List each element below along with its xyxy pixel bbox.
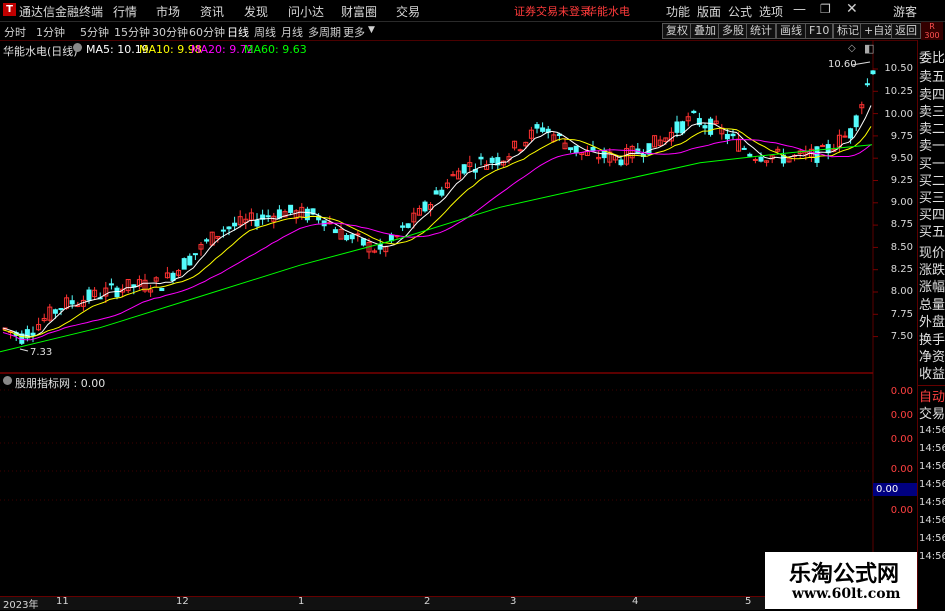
quote-buy5: 买五: [919, 225, 945, 240]
sub-y-tick: 0.00: [890, 434, 913, 445]
menu-gongneng[interactable]: 功能: [666, 3, 690, 20]
quote-pct: 涨幅: [919, 280, 945, 295]
tick-time: 14:56: [919, 425, 945, 436]
y-tick: 7.75: [890, 309, 913, 320]
period-1min[interactable]: 1分钟: [36, 24, 65, 40]
date-axis: [0, 596, 765, 610]
watermark-url: www.60lt.com: [792, 586, 901, 602]
period-monthly[interactable]: 月线: [281, 24, 303, 40]
tick-time: 14:56: [919, 551, 945, 562]
quote-sell5: 卖五: [919, 70, 945, 85]
sub-y-tick: 0.00: [890, 464, 913, 475]
stock-name: 华能水电: [586, 5, 630, 18]
y-tick: 8.25: [890, 264, 913, 275]
btn-diejia[interactable]: 叠加: [690, 23, 720, 39]
candles: [2, 70, 876, 345]
quote-sell1: 卖一: [919, 139, 945, 154]
quote-eps: 收益: [919, 367, 945, 382]
diamond-icon[interactable]: ◇: [848, 43, 856, 54]
menu-faxian[interactable]: 发现: [244, 3, 268, 20]
menu-banmian[interactable]: 版面: [697, 3, 721, 20]
period-daily[interactable]: 日线: [227, 24, 249, 40]
y-tick: 8.00: [890, 286, 913, 297]
quote-outer: 外盘: [919, 315, 945, 330]
settings-icon[interactable]: [73, 43, 82, 52]
chart-grid: [0, 40, 917, 596]
maximize-icon[interactable]: ❐: [820, 2, 831, 16]
y-tick: 7.50: [890, 331, 913, 342]
ma-lines: [0, 61, 873, 353]
y-tick: 9.50: [890, 153, 913, 164]
period-15min[interactable]: 15分钟: [114, 24, 150, 40]
close-icon[interactable]: ✕: [846, 1, 858, 17]
period-60min[interactable]: 60分钟: [189, 24, 225, 40]
btn-duogu[interactable]: 多股: [718, 23, 748, 39]
watermark-title: 乐淘公式网: [789, 562, 900, 587]
menu-jiaoyi[interactable]: 交易: [396, 3, 420, 20]
date-label: 4: [632, 596, 639, 607]
period-more[interactable]: 更多: [343, 24, 365, 40]
tick-time: 14:56: [919, 461, 945, 472]
high-annotation: 10.60: [828, 59, 857, 70]
panel-toggle-icon[interactable]: ◧: [864, 42, 874, 55]
menu-hangqing[interactable]: 行情: [113, 3, 137, 20]
tick-time: 14:56: [919, 515, 945, 526]
menu-gongshi[interactable]: 公式: [728, 3, 752, 20]
quote-weibi: 委比: [919, 51, 945, 66]
trade-label[interactable]: 交易: [919, 403, 945, 422]
y-tick: 9.00: [890, 197, 913, 208]
tick-time: 14:56: [919, 533, 945, 544]
menu-zixun[interactable]: 资讯: [200, 3, 224, 20]
low-annotation: 7.33: [30, 347, 53, 358]
btn-huaxian[interactable]: 画线: [776, 23, 806, 39]
y-tick: 9.75: [890, 131, 913, 142]
y-tick: 10.50: [884, 63, 913, 74]
menu-shichang[interactable]: 市场: [156, 3, 180, 20]
btn-f10[interactable]: F10: [805, 23, 834, 39]
btn-biaoji[interactable]: 标记: [833, 23, 863, 39]
kline-chart[interactable]: [0, 40, 917, 596]
tick-time: 14:56: [919, 497, 945, 508]
btn-tongji[interactable]: 统计: [746, 23, 776, 39]
period-multi[interactable]: 多周期: [308, 24, 341, 40]
tick-time: 14:56: [919, 443, 945, 454]
chevron-down-icon[interactable]: ▼: [368, 25, 375, 35]
guest-label[interactable]: 游客: [893, 3, 917, 20]
date-label: 11: [56, 596, 69, 607]
date-label: 2: [424, 596, 431, 607]
period-fenshi[interactable]: 分时: [4, 24, 26, 40]
y-tick: 8.75: [890, 219, 913, 230]
period-30min[interactable]: 30分钟: [152, 24, 188, 40]
date-label: 3: [510, 596, 517, 607]
app-name: 通达信金融终端: [19, 5, 104, 19]
date-label: 5: [745, 596, 752, 607]
menu-xuanxiang[interactable]: 选项: [759, 3, 783, 20]
period-5min[interactable]: 5分钟: [80, 24, 109, 40]
sub-y-tick: 0.00: [890, 505, 913, 516]
tick-time: 14:56: [919, 479, 945, 490]
sub-y-tick: 0.00: [890, 386, 913, 397]
r-badge[interactable]: R 300: [921, 22, 943, 40]
ma60-label: MA60: 9.63: [244, 43, 307, 56]
y-tick: 10.25: [884, 86, 913, 97]
sub-chart-title: 股朋指标网 : 0.00: [15, 377, 106, 390]
sub-current-value: 0.00: [873, 483, 920, 496]
sub-settings-icon[interactable]: [3, 376, 12, 385]
y-tick: 8.50: [890, 242, 913, 253]
btn-fanhui[interactable]: 返回: [891, 23, 921, 39]
chart-title: 华能水电(日线): [3, 45, 78, 58]
menu-caifuquan[interactable]: 财富圈: [341, 3, 377, 20]
y-tick: 9.25: [890, 175, 913, 186]
login-status: 证券交易未登录: [514, 5, 591, 18]
sub-y-tick: 0.00: [890, 410, 913, 421]
date-label: 12: [176, 596, 189, 607]
btn-fuquan[interactable]: 复权: [662, 23, 692, 39]
menu-wenxiaoda[interactable]: 问小达: [288, 3, 324, 20]
y-tick: 10.00: [884, 109, 913, 120]
minimize-icon[interactable]: —: [793, 2, 806, 17]
app-logo-icon: T: [3, 3, 16, 16]
date-label: 1: [298, 596, 305, 607]
period-weekly[interactable]: 周线: [254, 24, 276, 40]
